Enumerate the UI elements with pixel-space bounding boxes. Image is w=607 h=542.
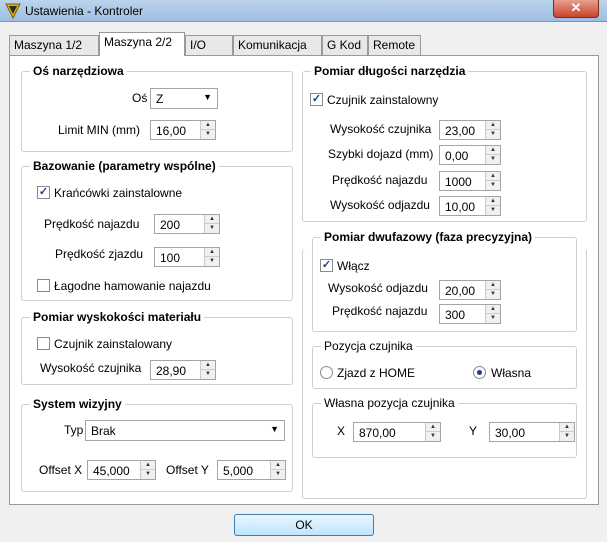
tab-maszyna-2[interactable]: Maszyna 2/2	[99, 32, 185, 56]
offset-y-label: Offset Y	[166, 463, 209, 477]
title-bar: Ustawienia - Kontroler ✕	[0, 0, 607, 22]
limit-min-label: Limit MIN (mm)	[58, 123, 140, 137]
material-sensor-height-value: 28,90	[156, 364, 187, 378]
app-logo-icon	[5, 3, 21, 19]
tool-retract-height-spinner[interactable]: 10,00 ▲ ▼	[439, 196, 501, 216]
material-sensor-height-spinner[interactable]: 28,90 ▲ ▼	[150, 360, 216, 380]
tool-sensor-height-spinner[interactable]: 23,00 ▲ ▼	[439, 120, 501, 140]
vision-type-label: Typ	[64, 423, 84, 437]
axis-select[interactable]: Z ▼	[150, 88, 218, 109]
offset-x-spinner[interactable]: 45,000 ▲ ▼	[87, 460, 156, 480]
material-sensor-label: Czujnik zainstalowany	[54, 337, 173, 351]
tab-g-kod[interactable]: G Kod	[322, 35, 368, 55]
ok-button[interactable]: OK	[234, 514, 374, 536]
homing-approach-speed-label: Prędkość najazdu	[44, 217, 140, 231]
material-height-group: Pomiar wyskokości materiału Czujnik zain…	[21, 310, 293, 385]
offset-y-spinner[interactable]: 5,000 ▲ ▼	[217, 460, 286, 480]
tool-length-outer-frame	[302, 249, 587, 499]
soft-braking-checkbox[interactable]	[37, 279, 50, 292]
spin-down-icon[interactable]: ▼	[486, 181, 500, 190]
limit-min-spinner[interactable]: 16,00 ▲ ▼	[150, 120, 216, 140]
material-height-title: Pomiar wyskokości materiału	[30, 310, 205, 324]
spin-up-icon[interactable]: ▲	[486, 172, 500, 181]
spin-up-icon[interactable]: ▲	[205, 248, 219, 257]
homing-approach-speed-value: 200	[160, 218, 181, 232]
tool-axis-title: Oś narzędziowa	[30, 64, 127, 78]
limit-min-value: 16,00	[156, 124, 187, 138]
tab-panel: Oś narzędziowa Oś Z ▼ Limit MIN (mm) 16,…	[9, 55, 599, 505]
spin-up-icon[interactable]: ▲	[201, 121, 215, 130]
spin-up-icon[interactable]: ▲	[205, 215, 219, 224]
spin-up-icon[interactable]: ▲	[271, 461, 285, 470]
spin-down-icon[interactable]: ▼	[271, 470, 285, 479]
tab-remote[interactable]: Remote	[368, 35, 421, 55]
limit-switches-checkbox[interactable]: ✓	[37, 186, 50, 199]
close-icon: ✕	[570, 0, 582, 15]
tool-approach-speed-spinner[interactable]: 1000 ▲ ▼	[439, 171, 501, 191]
spin-up-icon[interactable]: ▲	[486, 121, 500, 130]
axis-value: Z	[156, 92, 164, 106]
fast-approach-value: 0,00	[445, 149, 469, 163]
tab-komunikacja[interactable]: Komunikacja	[233, 35, 322, 55]
tab-io[interactable]: I/O	[185, 35, 233, 55]
material-sensor-height-label: Wysokość czujnika	[40, 361, 142, 375]
spin-down-icon[interactable]: ▼	[205, 224, 219, 233]
spin-down-icon[interactable]: ▼	[486, 155, 500, 164]
homing-retract-speed-value: 100	[160, 251, 181, 265]
tool-approach-speed-value: 1000	[445, 175, 472, 189]
spin-down-icon[interactable]: ▼	[486, 130, 500, 139]
vision-system-title: System wizyjny	[30, 397, 125, 411]
vision-system-group: System wizyjny Typ Brak ▼ Offset X 45,00…	[21, 397, 293, 492]
homing-title: Bazowanie (parametry wspólne)	[30, 159, 219, 173]
tool-retract-height-label: Wysokość odjazdu	[330, 198, 430, 212]
close-button[interactable]: ✕	[553, 0, 599, 18]
spin-down-icon[interactable]: ▼	[201, 130, 215, 139]
spin-up-icon[interactable]: ▲	[201, 361, 215, 370]
chevron-down-icon: ▼	[203, 92, 212, 102]
spin-up-icon[interactable]: ▲	[486, 146, 500, 155]
spin-down-icon[interactable]: ▼	[141, 470, 155, 479]
limit-switches-label: Krańcówki zainstalowne	[54, 186, 183, 200]
tab-maszyna-1[interactable]: Maszyna 1/2	[9, 35, 99, 55]
tool-length-title: Pomiar długości narzędzia	[311, 64, 469, 78]
tool-approach-speed-label: Prędkość najazdu	[332, 173, 428, 187]
soft-braking-label: Łagodne hamowanie najazdu	[54, 279, 211, 293]
two-phase-title: Pomiar dwufazowy (faza precyzyjna)	[321, 230, 536, 244]
tool-length-group: Pomiar długości narzędzia ✓ Czujnik zain…	[302, 64, 587, 222]
material-sensor-checkbox[interactable]	[37, 337, 50, 350]
tool-sensor-label: Czujnik zainstalowny	[327, 93, 439, 107]
tool-axis-group: Oś narzędziowa Oś Z ▼ Limit MIN (mm) 16,…	[21, 64, 293, 152]
homing-approach-speed-spinner[interactable]: 200 ▲ ▼	[154, 214, 220, 234]
tool-sensor-height-value: 23,00	[445, 124, 476, 138]
fast-approach-spinner[interactable]: 0,00 ▲ ▼	[439, 145, 501, 165]
homing-retract-speed-spinner[interactable]: 100 ▲ ▼	[154, 247, 220, 267]
offset-x-value: 45,000	[93, 464, 130, 478]
fast-approach-label: Szybki dojazd (mm)	[328, 147, 434, 161]
spin-down-icon[interactable]: ▼	[205, 257, 219, 266]
settings-window: Ustawienia - Kontroler ✕ Maszyna 1/2 Mas…	[0, 0, 607, 542]
spin-down-icon[interactable]: ▼	[201, 370, 215, 379]
homing-retract-speed-label: Prędkość zjazdu	[55, 247, 144, 261]
offset-y-value: 5,000	[223, 464, 254, 478]
vision-type-select[interactable]: Brak ▼	[85, 420, 285, 441]
axis-label: Oś	[132, 91, 148, 105]
tool-sensor-height-label: Wysokość czujnika	[330, 122, 432, 136]
spin-up-icon[interactable]: ▲	[486, 197, 500, 206]
offset-x-label: Offset X	[39, 463, 83, 477]
spin-up-icon[interactable]: ▲	[141, 461, 155, 470]
window-title: Ustawienia - Kontroler	[25, 4, 144, 18]
tool-sensor-checkbox[interactable]: ✓	[310, 93, 323, 106]
vision-type-value: Brak	[91, 424, 116, 438]
homing-group: Bazowanie (parametry wspólne) ✓ Krańcówk…	[21, 159, 293, 301]
tool-retract-height-value: 10,00	[445, 200, 476, 214]
chevron-down-icon: ▼	[270, 424, 279, 434]
spin-down-icon[interactable]: ▼	[486, 206, 500, 215]
